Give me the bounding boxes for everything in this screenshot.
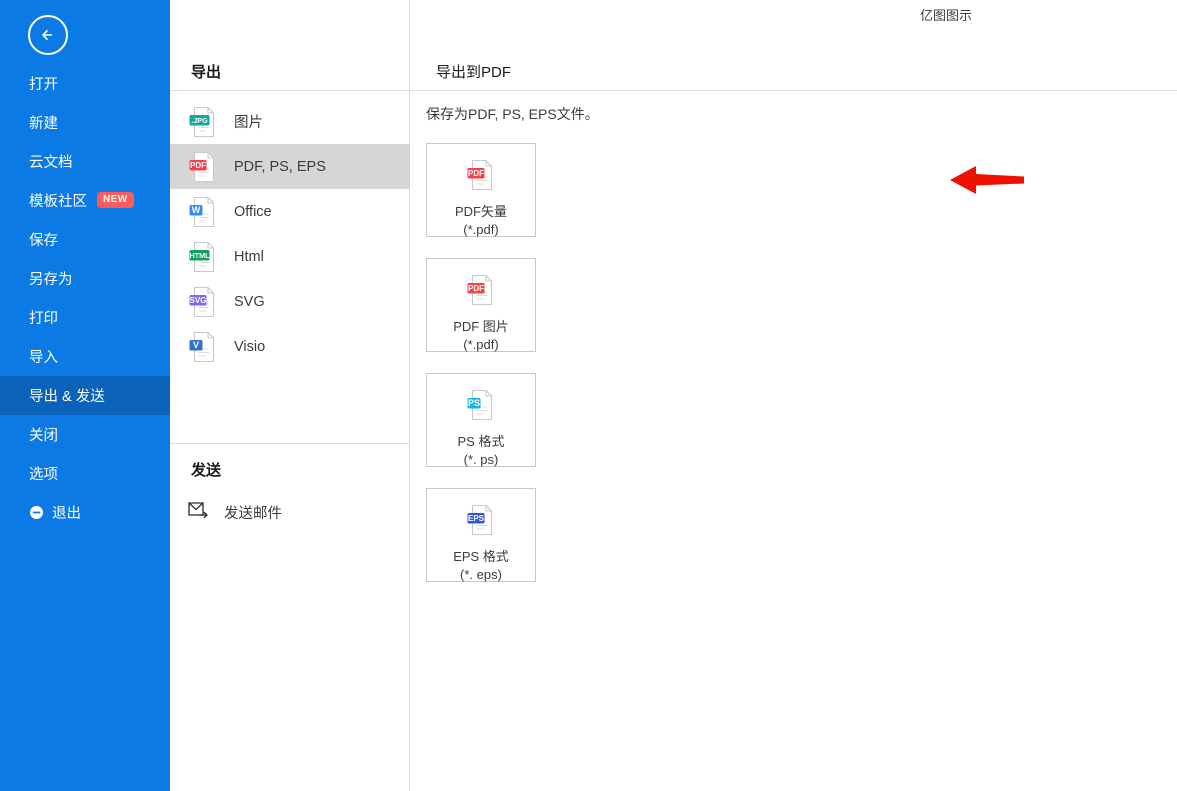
card-title: PDF 图片 (453, 319, 509, 334)
sidebar-item-label: 保存 (29, 233, 58, 249)
divider (410, 90, 1177, 91)
sidebar-item-template-community[interactable]: 模板社区 NEW (0, 181, 170, 220)
export-category-visio[interactable]: V Visio (170, 324, 410, 369)
card-icon-wrapper: PS (466, 388, 496, 422)
backstage-sidebar: 打开新建云文档模板社区 NEW 保存另存为打印导入导出 & 发送 关闭选项退出 (0, 0, 170, 791)
sidebar-item-export-and-send[interactable]: 导出 & 发送 (0, 376, 170, 415)
sidebar-item-label: 关闭 (29, 428, 58, 444)
send-mail-icon (188, 501, 208, 523)
card-title: EPS 格式 (453, 549, 509, 564)
export-screen: 打开新建云文档模板社区 NEW 保存另存为打印导入导出 & 发送 关闭选项退出 导出 … (0, 0, 1177, 791)
svg-text:SVG: SVG (190, 295, 207, 304)
sidebar-nav: 打开新建云文档模板社区 NEW 保存另存为打印导入导出 & 发送 关闭选项退出 (0, 64, 170, 532)
format-card-list: PDF PDF矢量 (*.pdf) PDF PDF 图片 (*.pdf) PS PS 格式 (*… (426, 143, 536, 603)
sidebar-item-options[interactable]: 选项 (0, 454, 170, 493)
export-category-label: Office (234, 203, 272, 220)
sidebar-item-cloud-docs[interactable]: 云文档 (0, 142, 170, 181)
back-button[interactable] (28, 15, 68, 55)
visio-file-icon: V (188, 330, 218, 364)
card-extension: (*. eps) (460, 567, 502, 582)
sidebar-item-label: 退出 (52, 506, 81, 522)
eps-file-icon: EPS (466, 503, 496, 537)
format-card[interactable]: PS PS 格式 (*. ps) (426, 373, 536, 467)
word-file-icon: W (188, 195, 218, 229)
svg-text:.JPG: .JPG (191, 115, 208, 124)
sidebar-item-label: 打开 (29, 77, 58, 93)
export-category-label: 图片 (234, 115, 263, 131)
page-title: 导出到PDF (436, 64, 512, 81)
sidebar-item-label: 导出 & 发送 (29, 389, 105, 405)
sidebar-item-open[interactable]: 打开 (0, 64, 170, 103)
new-badge: NEW (97, 191, 134, 208)
card-title: PS 格式 (457, 434, 505, 449)
sidebar-item-label: 打印 (29, 311, 58, 327)
format-card[interactable]: EPS EPS 格式 (*. eps) (426, 488, 536, 582)
svg-text:V: V (193, 339, 199, 349)
export-category-office[interactable]: W Office (170, 189, 410, 234)
export-detail-panel: 导出到PDF 保存为PDF, PS, EPS文件。 PDF PDF矢量 (*.pdf… (410, 0, 1177, 791)
html-file-icon: HTML (188, 240, 218, 274)
send-mail-item[interactable]: 发送邮件 (170, 495, 410, 529)
card-title: PDF矢量 (454, 204, 507, 219)
svg-text:PDF: PDF (468, 284, 484, 293)
format-card[interactable]: PDF PDF 图片 (*.pdf) (426, 258, 536, 352)
watermark-label: 亿图图示 (920, 8, 973, 23)
sidebar-item-label: 模板社区 (29, 194, 87, 210)
card-extension: (*. ps) (463, 452, 499, 467)
export-category-图片[interactable]: .JPG 图片 (170, 99, 410, 144)
card-extension: (*.pdf) (463, 337, 499, 352)
svg-text:EPS: EPS (468, 514, 485, 523)
sidebar-item-label: 选项 (29, 467, 58, 483)
pdf-file-icon: PDF (466, 273, 496, 307)
format-card[interactable]: PDF PDF矢量 (*.pdf) (426, 143, 536, 237)
send-section-title: 发送 (191, 462, 222, 479)
export-category-label: SVG (234, 293, 265, 310)
sidebar-item-import[interactable]: 导入 (0, 337, 170, 376)
arrow-left-circle-icon (38, 25, 58, 45)
sidebar-item-print[interactable]: 打印 (0, 298, 170, 337)
export-category-list: .JPG 图片 PDF PDF, PS, EPS W Office HTML Html SVG S… (170, 99, 410, 369)
export-category-label: PDF, PS, EPS (234, 158, 326, 175)
ps-file-icon: PS (466, 388, 496, 422)
pdf-file-icon: PDF (188, 150, 218, 184)
sidebar-item-label: 导入 (29, 350, 58, 366)
red-pointer-arrow (946, 163, 1026, 197)
page-description: 保存为PDF, PS, EPS文件。 (426, 106, 599, 122)
sidebar-item-new[interactable]: 新建 (0, 103, 170, 142)
sidebar-item-exit[interactable]: 退出 (0, 493, 170, 532)
card-icon-wrapper: EPS (466, 503, 496, 537)
divider (170, 90, 410, 91)
card-extension: (*.pdf) (463, 222, 499, 237)
svg-text:HTML: HTML (190, 250, 211, 259)
pdf-file-icon: PDF (466, 158, 496, 192)
card-icon-wrapper: PDF (466, 158, 496, 192)
sidebar-item-save[interactable]: 保存 (0, 220, 170, 259)
export-category-svg[interactable]: SVG SVG (170, 279, 410, 324)
sidebar-item-label: 另存为 (29, 272, 73, 288)
sidebar-item-label: 新建 (29, 116, 58, 132)
divider (170, 443, 410, 444)
export-category-label: Html (234, 248, 264, 265)
svg-text:W: W (192, 204, 201, 214)
export-category-html[interactable]: HTML Html (170, 234, 410, 279)
send-mail-label: 发送邮件 (224, 505, 282, 522)
sidebar-item-save-as[interactable]: 另存为 (0, 259, 170, 298)
svg-text:PS: PS (468, 398, 480, 408)
export-category-label: Visio (234, 338, 266, 355)
card-icon-wrapper: PDF (466, 273, 496, 307)
sidebar-item-label: 云文档 (29, 155, 73, 171)
svg-text:PDF: PDF (190, 160, 206, 169)
export-category-pdf-ps-eps[interactable]: PDF PDF, PS, EPS (170, 144, 410, 189)
jpg-file-icon: .JPG (188, 105, 218, 139)
export-list-panel: 导出 .JPG 图片 PDF PDF, PS, EPS W Office HTML Html S… (170, 0, 410, 791)
sidebar-item-close[interactable]: 关闭 (0, 415, 170, 454)
export-section-title: 导出 (191, 64, 222, 81)
svg-file-icon: SVG (188, 285, 218, 319)
svg-text:PDF: PDF (468, 169, 484, 178)
exit-circle-icon (29, 505, 44, 520)
